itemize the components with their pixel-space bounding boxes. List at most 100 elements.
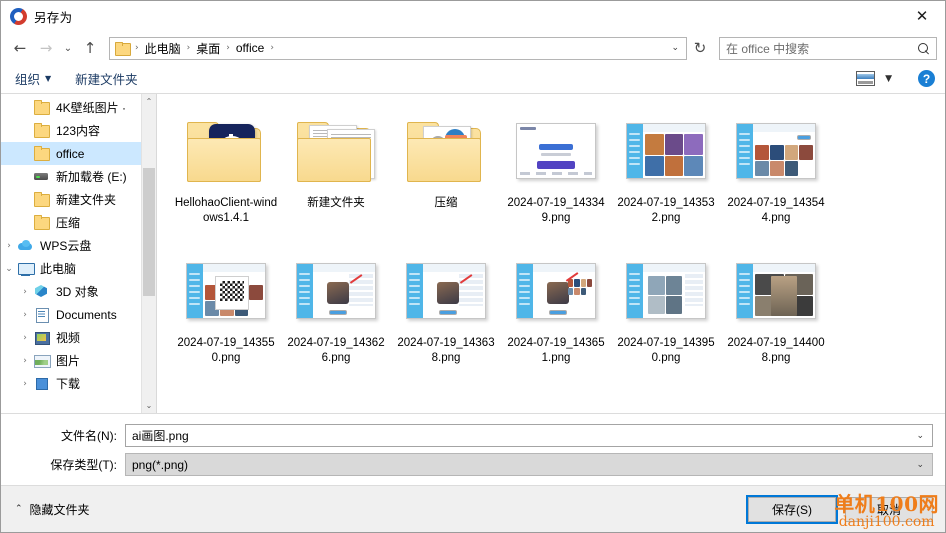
sidebar-item-12[interactable]: › 下载 — [1, 372, 156, 395]
search-input[interactable]: 在 office 中搜索 — [719, 36, 937, 60]
sidebar-item-8[interactable]: › 3D 对象 — [1, 280, 156, 303]
file-name-label: 2024-07-19_143550.png — [177, 337, 275, 364]
chevron-down-icon[interactable]: ⌄ — [1, 264, 17, 274]
folder-icon — [407, 120, 485, 182]
folder-icon — [115, 42, 131, 56]
file-name-label: 2024-07-19_143626.png — [287, 337, 385, 364]
file-tile[interactable]: 2024-07-19_143651.png — [501, 244, 611, 384]
breadcrumb-separator: › — [226, 43, 230, 53]
file-name-label: 2024-07-19_143950.png — [617, 337, 715, 364]
sidebar-item-1[interactable]: 123内容⇱ — [1, 119, 156, 142]
scrollbar-thumb[interactable] — [143, 168, 155, 296]
chevron-down-icon[interactable]: ⌄ — [671, 43, 682, 53]
help-icon[interactable]: ? — [918, 70, 935, 87]
scroll-up-icon[interactable]: ⌃ — [142, 94, 156, 109]
close-icon[interactable]: ✕ — [899, 1, 945, 31]
filename-input[interactable]: ai画图.png ⌄ — [125, 424, 933, 447]
sidebar-item-6[interactable]: › WPS云盘 — [1, 234, 156, 257]
3d-icon — [33, 284, 50, 299]
folder-icon — [33, 192, 50, 207]
sidebar-item-5[interactable]: 压缩 — [1, 211, 156, 234]
sidebar-item-label: 123内容 — [56, 124, 101, 138]
refresh-icon[interactable]: ↻ — [687, 35, 713, 61]
file-thumbnail — [180, 250, 272, 332]
back-icon[interactable]: ← — [7, 35, 33, 61]
file-name-label: HellohaoClient-windows1.4.1 — [174, 197, 278, 224]
sidebar-item-7[interactable]: ⌄ 此电脑 — [1, 257, 156, 280]
navigation-pane: 4K壁纸图片 ·⇱123内容⇱ office 新加载卷 (E:) 新建文件夹压缩 › WP… — [1, 94, 157, 413]
sidebar-item-11[interactable]: › 图片 — [1, 349, 156, 372]
pc-icon — [17, 261, 35, 276]
sidebar-item-label: 3D 对象 — [56, 285, 99, 299]
video-icon — [33, 330, 50, 345]
view-mode-icon[interactable] — [856, 71, 876, 86]
breadcrumb-item-1[interactable]: 桌面 — [193, 40, 223, 57]
file-tile[interactable]: 2024-07-19_143638.png — [391, 244, 501, 384]
sidebar-item-0[interactable]: 4K壁纸图片 ·⇱ — [1, 96, 156, 119]
file-tile[interactable]: 新建文件夹 — [281, 104, 391, 244]
sidebar-item-label: 新加载卷 (E:) — [56, 170, 127, 184]
hide-folders-label: 隐藏文件夹 — [29, 502, 90, 517]
file-tile[interactable]: 2024-07-19_143532.png — [611, 104, 721, 244]
chevron-down-icon[interactable]: ▼ — [885, 74, 892, 84]
folder-tree: 4K壁纸图片 ·⇱123内容⇱ office 新加载卷 (E:) 新建文件夹压缩 › WP… — [1, 94, 156, 395]
chevron-right-icon[interactable]: › — [17, 379, 33, 389]
file-tile[interactable]: 压缩 — [391, 104, 501, 244]
breadcrumb-item-0[interactable]: 此电脑 — [142, 40, 184, 57]
drive-icon — [33, 169, 50, 184]
file-thumbnail — [620, 110, 712, 192]
sidebar-item-9[interactable]: › Documents — [1, 303, 156, 326]
up-icon[interactable]: ↑ — [77, 35, 103, 61]
chevron-down-icon[interactable]: ⌄ — [916, 460, 928, 470]
file-thumbnail — [510, 250, 602, 332]
sidebar-item-2[interactable]: office — [1, 142, 156, 165]
breadcrumb[interactable]: › 此电脑 › 桌面 › office › ⌄ — [109, 36, 687, 60]
hide-folders-toggle[interactable]: ⌃ 隐藏文件夹 — [15, 501, 90, 518]
filetype-select[interactable]: png(*.png) ⌄ — [125, 453, 933, 476]
chevron-right-icon[interactable]: › — [17, 310, 33, 320]
sidebar-scrollbar[interactable]: ⌃ ⌄ — [141, 94, 156, 413]
file-tile[interactable]: 2024-07-19_143626.png — [281, 244, 391, 384]
sidebar-item-label: Documents — [56, 307, 117, 322]
chevron-right-icon[interactable]: › — [17, 333, 33, 343]
breadcrumb-item-2[interactable]: office — [233, 41, 267, 55]
file-name-label: 2024-07-19_143349.png — [507, 197, 605, 224]
file-thumbnail — [180, 110, 272, 192]
chevron-right-icon[interactable]: › — [17, 287, 33, 297]
file-list[interactable]: HellohaoClient-windows1.4.1 新建文件夹 压缩 2024-0… — [157, 94, 945, 413]
file-tile[interactable]: 2024-07-19_143544.png — [721, 104, 831, 244]
cancel-button[interactable]: 取消 — [845, 496, 933, 522]
new-folder-button[interactable]: 新建文件夹 — [75, 69, 138, 88]
thumbnail-image — [626, 123, 706, 179]
document-icon — [33, 307, 50, 323]
chevron-right-icon[interactable]: › — [17, 356, 33, 366]
filename-value: ai画图.png — [132, 429, 189, 443]
sidebar-item-10[interactable]: › 视频 — [1, 326, 156, 349]
chevron-up-icon: ⌃ — [15, 504, 23, 514]
organize-button[interactable]: 组织 ▼ — [15, 69, 51, 88]
file-tile[interactable]: 2024-07-19_143550.png — [171, 244, 281, 384]
recent-locations-icon[interactable]: ⌄ — [59, 35, 77, 61]
chevron-down-icon[interactable]: ⌄ — [916, 431, 928, 441]
file-tile[interactable]: HellohaoClient-windows1.4.1 — [171, 104, 281, 244]
folder-icon — [297, 120, 375, 182]
forward-icon[interactable]: → — [33, 35, 59, 61]
sidebar-item-3[interactable]: 新加载卷 (E:) — [1, 165, 156, 188]
file-tile[interactable]: 2024-07-19_143349.png — [501, 104, 611, 244]
file-tile[interactable]: 2024-07-19_143950.png — [611, 244, 721, 384]
file-name-label: 新建文件夹 — [307, 197, 365, 209]
file-thumbnail — [400, 250, 492, 332]
chevron-right-icon[interactable]: › — [1, 241, 17, 251]
dialog-footer: ⌃ 隐藏文件夹 保存(S) 取消 单机100网 danji100.com — [1, 485, 945, 532]
filetype-label: 保存类型(T): — [50, 458, 117, 472]
sidebar-item-label: WPS云盘 — [40, 239, 92, 253]
cloud-icon — [17, 238, 34, 253]
sidebar-item-label: 4K壁纸图片 · — [56, 101, 127, 115]
file-thumbnail — [400, 110, 492, 192]
thumbnail-image — [186, 263, 266, 319]
file-tile[interactable]: 2024-07-19_144008.png — [721, 244, 831, 384]
sidebar-item-4[interactable]: 新建文件夹 — [1, 188, 156, 211]
save-button[interactable]: 保存(S) — [746, 494, 838, 524]
dialog-body: 4K壁纸图片 ·⇱123内容⇱office新加载卷 (E:)新建文件夹压缩›WP… — [1, 94, 945, 413]
scroll-down-icon[interactable]: ⌄ — [142, 398, 156, 413]
